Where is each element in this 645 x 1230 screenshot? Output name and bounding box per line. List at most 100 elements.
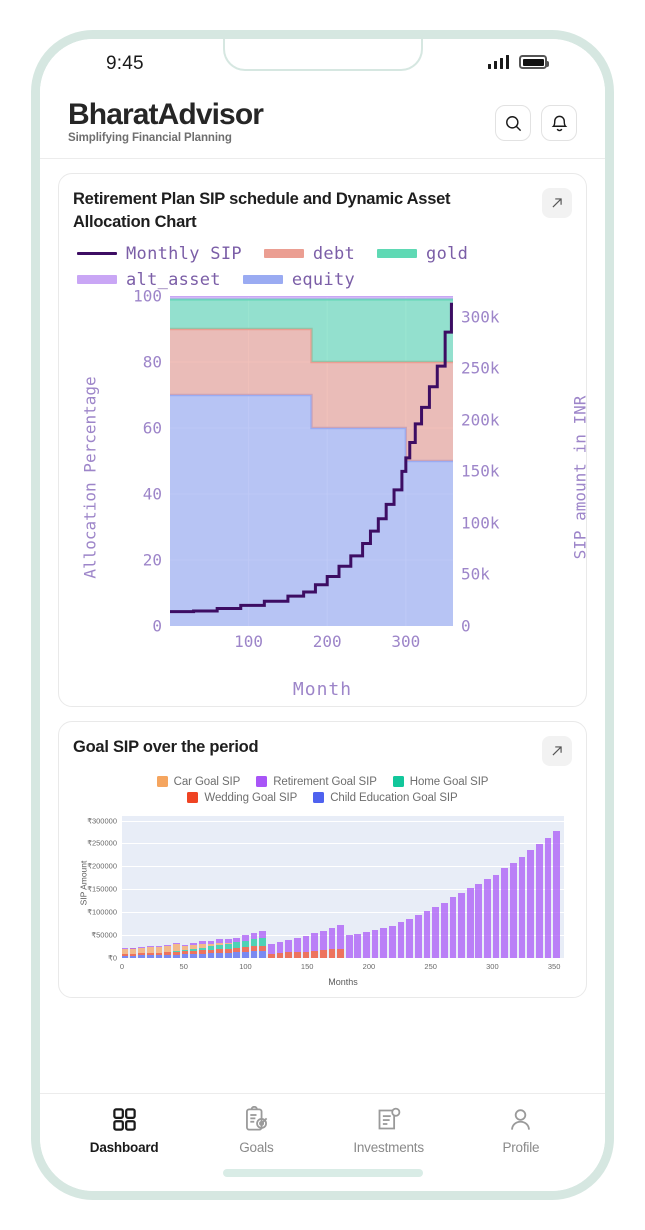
notifications-button[interactable] [541, 105, 577, 141]
legend-label: Child Education Goal SIP [330, 791, 458, 804]
chart2-ticks: ₹0 ₹50000 ₹100000 ₹150000 ₹200000 ₹250000 ₹300… [87, 816, 564, 971]
legend-item-retirement-goal-sip: Retirement Goal SIP [256, 776, 377, 788]
legend-label: equity [291, 269, 356, 290]
legend-item-home-goal-sip: Home Goal SIP [392, 775, 489, 788]
chart2-legend: Car Goal SIP Retirement Goal SIP Home Goal… [73, 776, 572, 804]
card-header: Retirement Plan SIP schedule and Dynamic… [73, 188, 572, 234]
nav-label-profile: Profile [502, 1140, 540, 1155]
chart2-ytick: ₹0 [108, 953, 117, 963]
nav-item-goals[interactable]: Goals [201, 1106, 311, 1155]
chart1-legend: Monthly SIP debt gold alt_asset equity [73, 244, 572, 290]
chart2-x-axis-label: Months [328, 976, 358, 987]
chart1-plot-region: Allocation Percentage SIP amount in INR … [73, 286, 590, 700]
legend-label: Monthly SIP [126, 243, 242, 264]
expand-allocation-button[interactable] [542, 188, 572, 219]
chart2-plot-region: SIP Amount ₹0 ₹50000 ₹100000 ₹150000 ₹200000… [73, 812, 572, 987]
legend-label: debt [312, 243, 356, 264]
chart1-y2-axis-label: SIP amount in INR [570, 395, 590, 560]
legend-item-wedding-goal-sip: Wedding Goal SIP [187, 792, 297, 804]
chart2-ytick: ₹250000 [87, 838, 117, 848]
chart1-xtick: 200 [312, 631, 342, 651]
card-allocation-chart: Retirement Plan SIP schedule and Dynamic… [58, 173, 590, 707]
chart1-y-axis-label: Allocation Percentage [80, 376, 100, 579]
legend-label: gold [426, 243, 469, 264]
phone-frame: 9:45 BharatAdvisor Simplifying Financial… [31, 30, 614, 1200]
bell-icon [551, 115, 567, 131]
nav-label-dashboard: Dashboard [89, 1140, 159, 1155]
expand-goal-sip-button[interactable] [542, 735, 572, 766]
nav-label-investments: Investments [353, 1140, 424, 1155]
chart1-ytick: 100 [133, 286, 162, 306]
clipboard-target-icon [245, 1106, 268, 1131]
legend-swatch [187, 792, 199, 804]
search-button[interactable] [495, 105, 531, 141]
legend-label: Car Goal SIP [173, 775, 241, 788]
chart2-ytick: ₹50000 [91, 930, 117, 940]
nav-item-profile[interactable]: Profile [466, 1106, 576, 1155]
battery-icon [519, 55, 549, 69]
legend-swatch [242, 275, 283, 285]
legend-item-monthly-sip: Monthly SIP [77, 244, 242, 264]
chart2-xtick: 50 [179, 961, 188, 971]
brand-tagline: Simplifying Financial Planning [68, 132, 232, 145]
chart1-y2tick: 150k [461, 461, 500, 481]
chart1-xtick: 300 [391, 631, 421, 651]
nav-label-goals: Goals [239, 1140, 274, 1155]
legend-swatch [377, 249, 418, 259]
nav-item-investments[interactable]: Investments [334, 1106, 444, 1155]
brand-block: BharatAdvisor Simplifying Financial Plan… [68, 98, 264, 145]
phone-screen: 9:45 BharatAdvisor Simplifying Financial… [40, 39, 605, 1191]
chart1-y2tick: 0 [461, 616, 471, 636]
chart2-ytick: ₹100000 [87, 907, 117, 917]
chart2-xtick: 0 [119, 961, 125, 971]
chart1-ytick: 0 [152, 616, 162, 636]
chart2-ytick: ₹300000 [87, 816, 117, 825]
chart1-y2tick: 300k [461, 307, 500, 327]
legend-item-gold: gold [377, 244, 468, 264]
app-header: BharatAdvisor Simplifying Financial Plan… [40, 95, 605, 160]
legend-swatch [156, 776, 168, 788]
grid-icon [112, 1108, 136, 1131]
bottom-navigation: Dashboard Goals Investments Profile [40, 1093, 605, 1155]
legend-swatch [392, 776, 404, 788]
expand-arrow-icon [552, 198, 562, 208]
chart2-xtick: 100 [239, 961, 252, 971]
chart1-xtick: 100 [234, 631, 264, 651]
document-list-icon [378, 1107, 401, 1130]
chart2-ytick: ₹200000 [87, 861, 117, 871]
person-icon [511, 1109, 531, 1130]
chart2-xtick: 350 [547, 961, 561, 971]
card-header: Goal SIP over the period [73, 735, 572, 766]
notch [222, 39, 423, 71]
status-indicators [487, 55, 549, 69]
card-goal-sip-chart: Goal SIP over the period Car Goal SIP Ret… [58, 720, 587, 998]
expand-arrow-icon [552, 746, 562, 756]
legend-item-equity: equity [242, 269, 356, 290]
status-bar: 9:45 [40, 39, 605, 95]
chart2-ytick: ₹150000 [87, 884, 117, 894]
legend-label: Home Goal SIP [409, 775, 489, 788]
legend-swatch [313, 792, 325, 804]
chart1-ytick: 60 [142, 418, 162, 438]
chart1-ytick: 20 [142, 550, 162, 570]
chart2-xtick: 200 [362, 961, 376, 971]
nav-item-dashboard[interactable]: Dashboard [69, 1106, 179, 1155]
chart1-x-axis-label: Month [292, 678, 353, 700]
chart2-xtick: 300 [486, 961, 499, 971]
legend-label: Wedding Goal SIP [204, 791, 298, 804]
home-indicator [40, 1155, 605, 1191]
page-title: BharatAdvisor [68, 98, 264, 131]
legend-swatch [263, 249, 304, 259]
chart1-y2tick: 100k [461, 513, 500, 533]
status-time: 9:45 [106, 53, 144, 74]
legend-item-car-goal-sip: Car Goal SIP [156, 775, 241, 788]
card-title-goal-sip: Goal SIP over the period [73, 737, 259, 756]
header-actions [495, 99, 577, 141]
legend-item-debt: debt [263, 243, 356, 264]
chart1-y2tick: 50k [461, 564, 490, 584]
legend-swatch [77, 252, 117, 256]
legend-label: Retirement Goal SIP [273, 775, 377, 788]
signal-bars-icon [487, 55, 509, 69]
chart2-xtick: 250 [424, 961, 437, 971]
legend-swatch [77, 275, 117, 285]
